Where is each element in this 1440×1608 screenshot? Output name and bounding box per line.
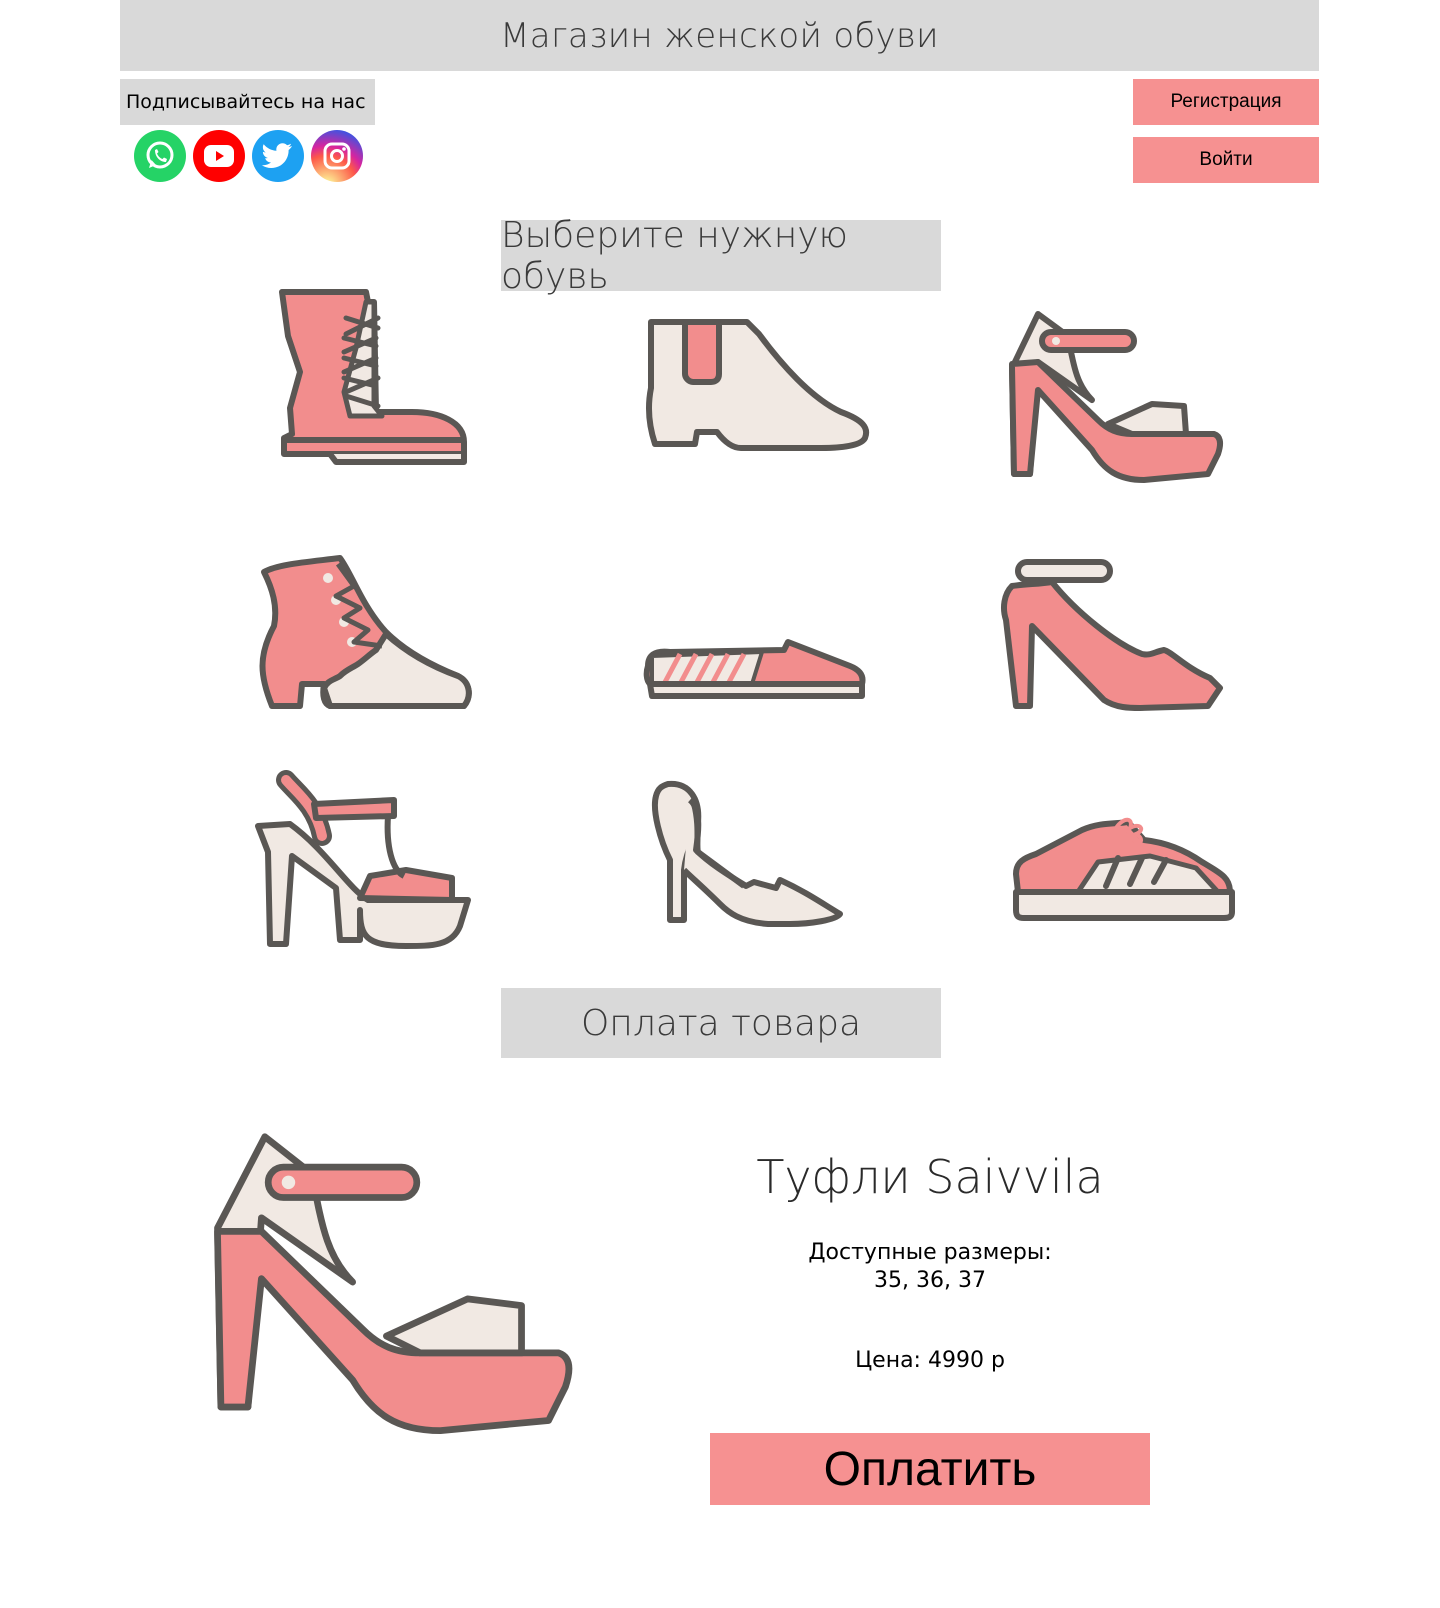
product-name: Туфли Saivvila <box>756 1150 1104 1204</box>
youtube-icon[interactable] <box>193 130 245 182</box>
product-image <box>210 1130 600 1514</box>
t-strap-platform-icon[interactable] <box>255 770 486 956</box>
sizes-label: Доступные размеры: <box>808 1240 1052 1265</box>
site-title: Магазин женской обуви <box>500 15 939 56</box>
lace-up-boot-icon[interactable] <box>270 288 470 468</box>
social-links <box>134 130 363 182</box>
price: Цена: 4990 р <box>855 1348 1005 1373</box>
pay-button[interactable]: Оплатить <box>710 1433 1150 1505</box>
platform-sandal-icon[interactable] <box>1008 310 1238 490</box>
twitter-icon[interactable] <box>252 130 304 182</box>
login-button[interactable]: Войти <box>1133 137 1319 183</box>
dorsay-heel-icon[interactable] <box>650 780 860 930</box>
chelsea-boot-icon[interactable] <box>641 316 871 466</box>
catalog-title: Выберите нужную обувь <box>501 215 941 297</box>
sizes-value: 35, 36, 37 <box>874 1268 986 1293</box>
ankle-strap-pump-icon[interactable] <box>1000 559 1230 711</box>
instagram-icon[interactable] <box>311 130 363 182</box>
follow-us-label: Подписывайтесь на нас <box>120 79 375 125</box>
espadrille-icon[interactable] <box>643 638 866 708</box>
register-button[interactable]: Регистрация <box>1133 79 1319 125</box>
sneaker-icon[interactable] <box>1012 816 1242 932</box>
header-bar: Магазин женской обуви <box>120 0 1319 71</box>
whatsapp-icon[interactable] <box>134 130 186 182</box>
payment-title: Оплата товара <box>501 988 941 1058</box>
victorian-bootie-icon[interactable] <box>258 555 488 716</box>
